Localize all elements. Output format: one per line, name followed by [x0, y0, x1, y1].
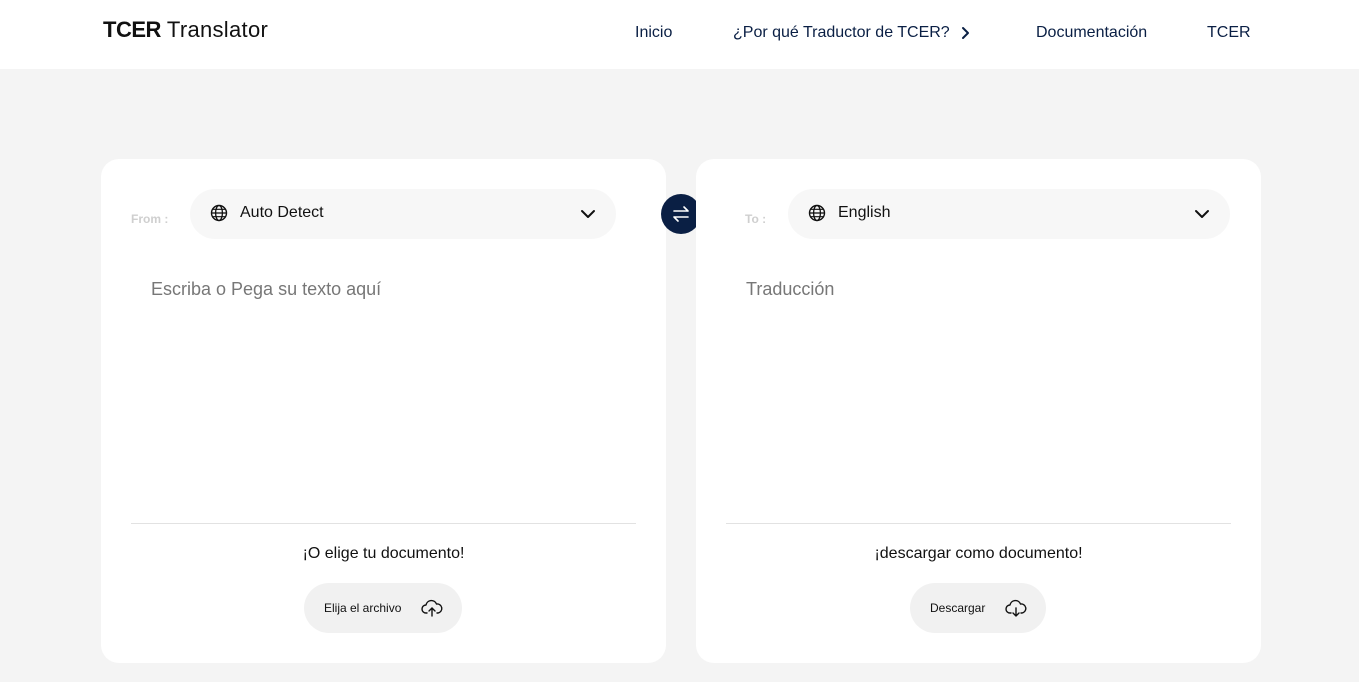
cloud-download-icon	[1005, 597, 1027, 619]
choose-file-button[interactable]: Elija el archivo	[304, 583, 462, 633]
swap-languages-button[interactable]	[661, 194, 701, 234]
choose-file-label: Elija el archivo	[324, 601, 402, 615]
nav-item-why[interactable]: ¿Por qué Traductor de TCER?	[733, 24, 970, 42]
source-panel: From : Auto Detect ¡O elige tu documento…	[101, 159, 666, 663]
source-text-input[interactable]	[131, 267, 636, 523]
source-language-value: Auto Detect	[240, 204, 324, 221]
to-label: To :	[745, 212, 767, 226]
nav-item-documentacion[interactable]: Documentación	[1036, 24, 1147, 42]
translation-output[interactable]	[726, 267, 1231, 523]
logo-wordmark: Translator	[166, 17, 269, 42]
upload-caption: ¡O elige tu documento!	[302, 545, 465, 562]
nav-item-why-label: ¿Por qué Traductor de TCER?	[733, 24, 950, 41]
download-caption: ¡descargar como documento!	[874, 545, 1083, 562]
from-label: From :	[131, 212, 169, 226]
target-language-select[interactable]: English	[788, 189, 1230, 239]
chevron-down-icon	[1194, 206, 1210, 222]
download-label: Descargar	[930, 601, 986, 615]
globe-icon	[210, 204, 228, 222]
globe-icon	[808, 204, 826, 222]
divider	[131, 523, 636, 524]
swap-arrows-icon	[670, 203, 692, 225]
chevron-down-icon	[580, 206, 596, 222]
top-header: TCER Translator Inicio ¿Por qué Traducto…	[0, 0, 1359, 69]
nav-item-inicio[interactable]: Inicio	[635, 24, 672, 42]
logo-mark: TCER	[103, 17, 161, 42]
divider	[726, 523, 1231, 524]
target-panel: To : English ¡descargar como documento! …	[696, 159, 1261, 663]
chevron-right-icon	[960, 26, 970, 40]
logo[interactable]: TCER Translator	[103, 17, 268, 45]
source-language-select[interactable]: Auto Detect	[190, 189, 616, 239]
cloud-upload-icon	[421, 597, 443, 619]
nav-item-tcer[interactable]: TCER	[1207, 24, 1251, 42]
download-button[interactable]: Descargar	[910, 583, 1046, 633]
target-language-value: English	[838, 204, 891, 221]
